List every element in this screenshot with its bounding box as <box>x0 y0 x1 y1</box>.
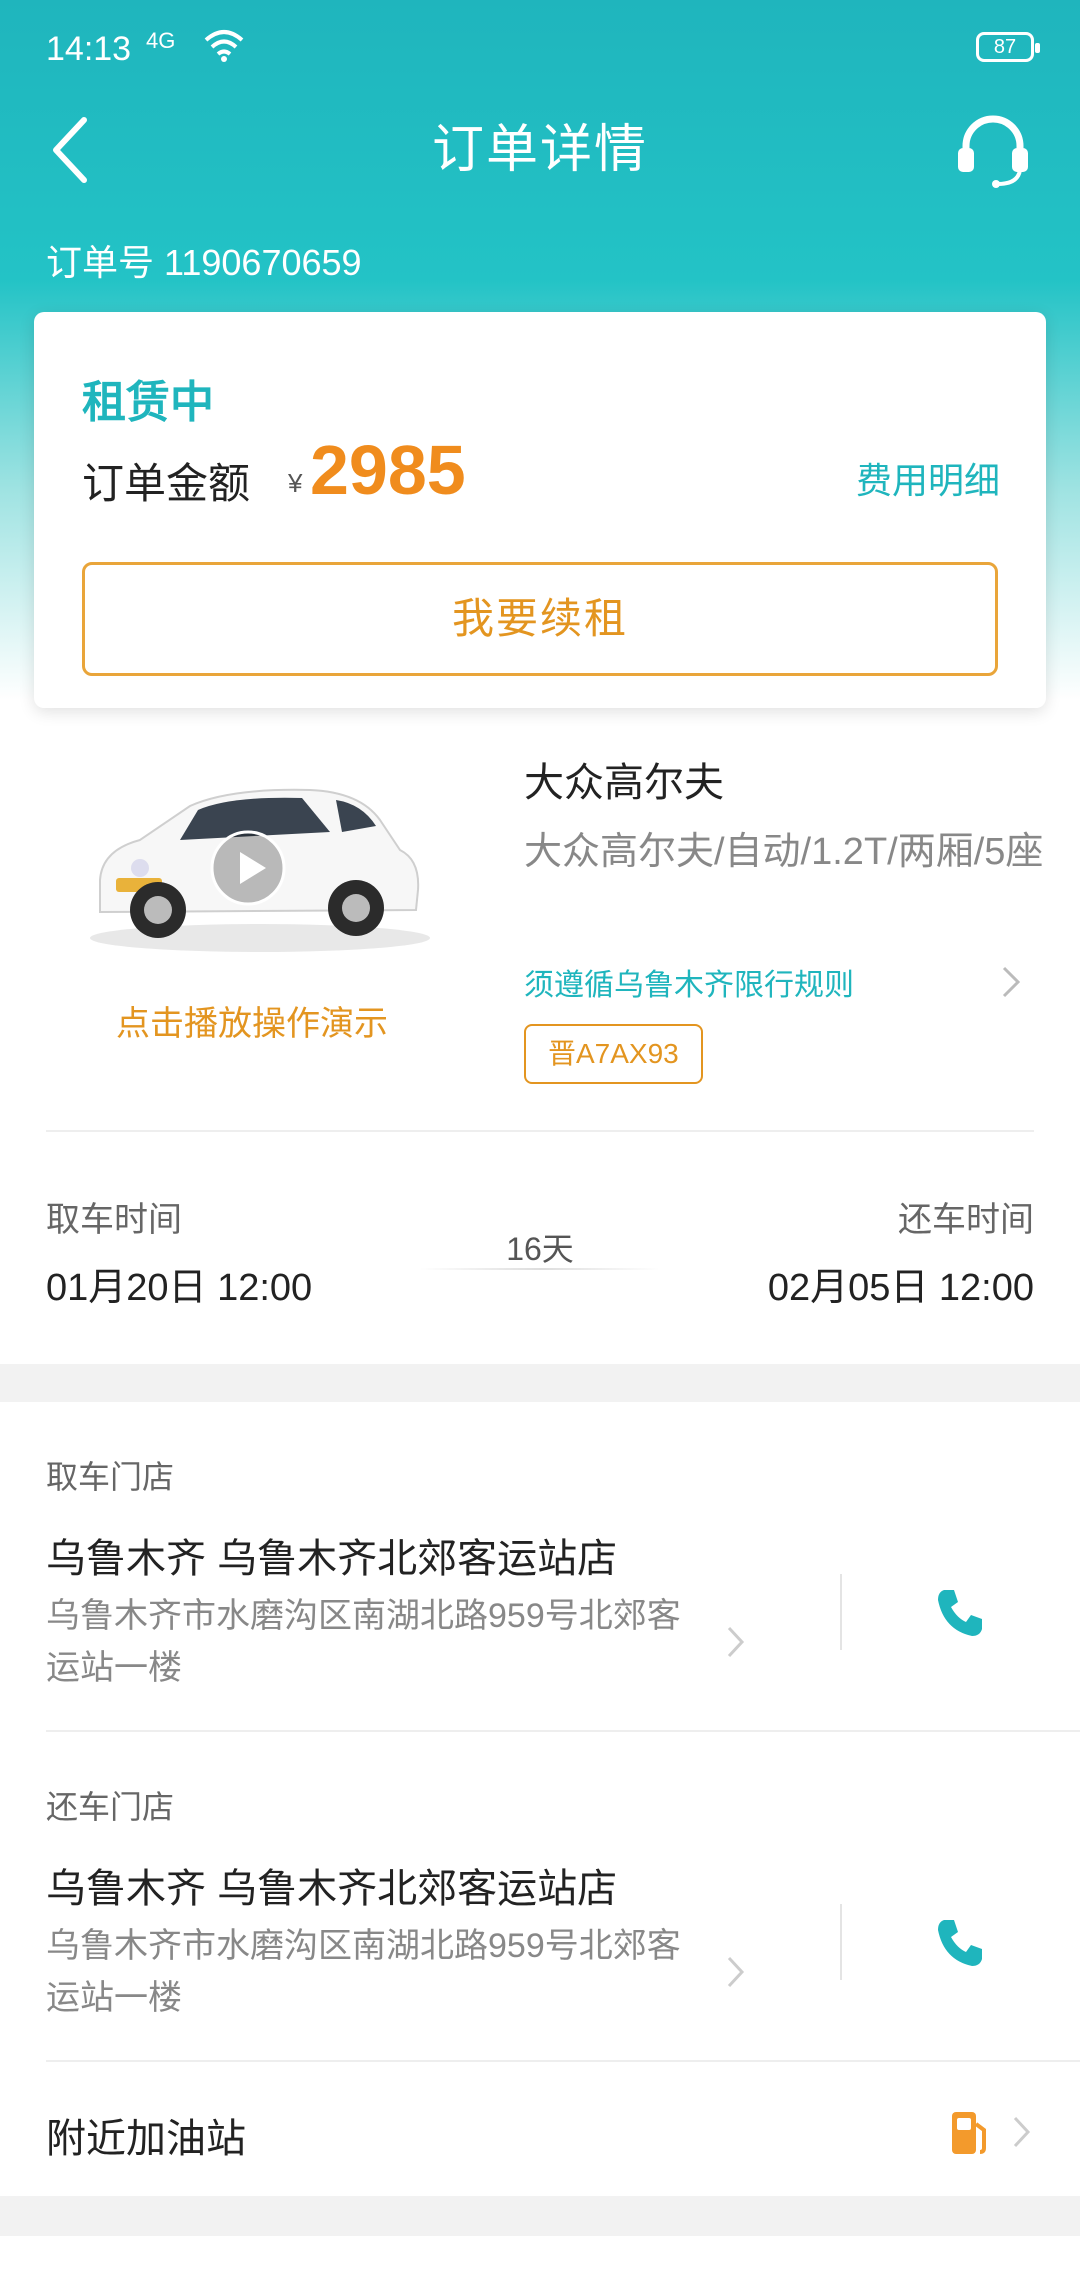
rental-period-section: 取车时间 01月20日 12:00 16天 还车时间 02月05日 12:00 <box>0 1132 1080 1362</box>
license-plate-badge: 晋A7AX93 <box>524 1024 703 1084</box>
return-store-address: 乌鲁木齐市水磨沟区南湖北路959号北郊客运站一楼 <box>46 1927 681 2017</box>
pickup-store-section[interactable]: 取车门店 乌鲁木齐 乌鲁木齐北郊客运站店 乌鲁木齐市水磨沟区南湖北路959号北郊… <box>0 1402 1080 1732</box>
phone-icon <box>938 1590 982 1636</box>
navbar: 订单详情 <box>0 100 1080 230</box>
chevron-right-icon <box>1013 2116 1031 2148</box>
call-pickup-store-button[interactable] <box>930 1582 990 1642</box>
chevron-right-icon <box>727 1626 745 1658</box>
chevron-right-icon <box>727 1956 745 1988</box>
duration-line <box>420 1268 660 1270</box>
customer-service-button[interactable] <box>948 104 1038 194</box>
section-separator <box>0 1364 1080 1402</box>
play-icon[interactable] <box>208 828 288 908</box>
traffic-limit-rule-link[interactable]: 须遵循乌鲁木齐限行规则 <box>524 960 854 1004</box>
return-store-section[interactable]: 还车门店 乌鲁木齐 乌鲁木齐北郊客运站店 乌鲁木齐市水磨沟区南湖北路959号北郊… <box>0 1732 1080 2062</box>
pickup-store-address: 乌鲁木齐市水磨沟区南湖北路959号北郊客运站一楼 <box>46 1597 681 1687</box>
nearby-gas-station-row[interactable]: 附近加油站 <box>0 2066 1080 2196</box>
headset-icon <box>958 115 1028 188</box>
return-store-label: 还车门店 <box>46 1789 175 1825</box>
status-time: 14:13 <box>46 30 132 68</box>
order-amount: 2985 <box>310 431 466 509</box>
car-info-section: 点击播放操作演示 大众高尔夫 大众高尔夫/自动/1.2T/两厢/5座 须遵循乌鲁… <box>0 720 1080 1130</box>
rental-status: 租赁中 <box>82 378 214 427</box>
nearby-gas-station-label: 附近加油站 <box>46 2117 246 2161</box>
status-bar: 14:13 4G 87 <box>0 0 1080 100</box>
operation-demo-link[interactable]: 点击播放操作演示 <box>116 996 388 1045</box>
car-name: 大众高尔夫 <box>524 761 724 805</box>
fee-detail-link[interactable]: 费用明细 <box>856 452 1000 504</box>
battery-icon: 87 <box>976 32 1040 62</box>
wifi-icon <box>204 28 244 71</box>
call-return-store-button[interactable] <box>930 1912 990 1972</box>
bottom-separator <box>0 2196 1080 2236</box>
order-number: 订单号 1190670659 <box>46 242 362 283</box>
car-spec: 大众高尔夫/自动/1.2T/两厢/5座 <box>524 831 1044 873</box>
page-title: 订单详情 <box>431 121 648 179</box>
renew-rental-button[interactable]: 我要续租 <box>82 562 998 676</box>
pickup-store-name: 乌鲁木齐 乌鲁木齐北郊客运站店 <box>46 1537 618 1581</box>
currency-symbol: ¥ <box>288 468 303 498</box>
chevron-right-icon <box>1002 966 1021 998</box>
vertical-divider <box>840 1904 842 1980</box>
return-time: 02月05日 12:00 <box>767 1267 1034 1309</box>
signal-icon: 4G <box>146 28 176 53</box>
fuel-pump-icon <box>952 2112 986 2154</box>
vertical-divider <box>840 1574 842 1650</box>
return-store-name: 乌鲁木齐 乌鲁木齐北郊客运站店 <box>46 1867 618 1911</box>
return-time-label: 还车时间 <box>898 1201 1034 1239</box>
divider <box>46 2060 1080 2062</box>
order-status-card: 租赁中 订单金额 ¥ 2985 费用明细 我要续租 <box>34 312 1046 708</box>
pickup-store-label: 取车门店 <box>46 1459 175 1495</box>
order-amount-label: 订单金额 <box>82 460 251 507</box>
phone-icon <box>938 1920 982 1966</box>
